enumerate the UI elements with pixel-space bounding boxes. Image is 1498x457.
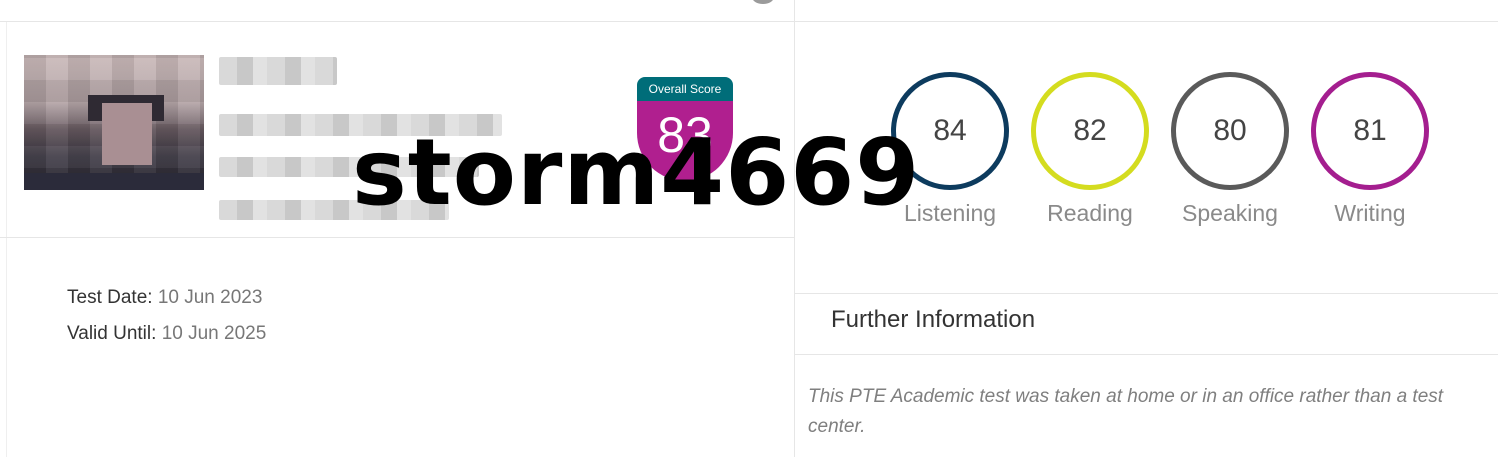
header-icon [752, 0, 774, 4]
skill-writing: 81 Writing [1305, 72, 1435, 227]
watermark-text: storm4669 [352, 119, 921, 226]
valid-until-row: Valid Until: 10 Jun 2025 [67, 316, 266, 352]
test-date-row: Test Date: 10 Jun 2023 [67, 280, 266, 316]
avatar-face [102, 103, 152, 165]
avatar-shoulders [24, 173, 204, 190]
communicative-skills: 84 Listening 82 Reading 80 Speaking 81 W… [885, 72, 1445, 242]
score-report: Overall Score 83 Test Date: 10 Jun 2023 … [0, 0, 1498, 457]
skill-label: Writing [1334, 200, 1406, 226]
further-information-text: This PTE Academic test was taken at home… [808, 386, 1444, 437]
skill-label: Reading [1047, 200, 1133, 226]
skill-score-ring: 82 [1031, 72, 1149, 190]
skill-reading: 82 Reading [1025, 72, 1155, 227]
skill-label: Speaking [1182, 200, 1278, 226]
further-information-header: Further Information [795, 293, 1498, 355]
further-information-title: Further Information [831, 306, 1036, 333]
valid-until-label: Valid Until: [67, 323, 157, 344]
valid-until-value: 10 Jun 2025 [161, 323, 267, 344]
redacted-candidate-name [219, 57, 337, 85]
test-dates: Test Date: 10 Jun 2023 Valid Until: 10 J… [67, 280, 266, 352]
test-date-label: Test Date: [67, 287, 153, 308]
overall-score-label: Overall Score [637, 77, 733, 101]
skill-score-ring: 80 [1171, 72, 1289, 190]
test-date-value: 10 Jun 2023 [157, 287, 263, 308]
top-header-strip [0, 0, 1498, 22]
skill-score-ring: 81 [1311, 72, 1429, 190]
avatar [24, 55, 204, 190]
column-divider [794, 0, 795, 457]
skill-speaking: 80 Speaking [1165, 72, 1295, 227]
